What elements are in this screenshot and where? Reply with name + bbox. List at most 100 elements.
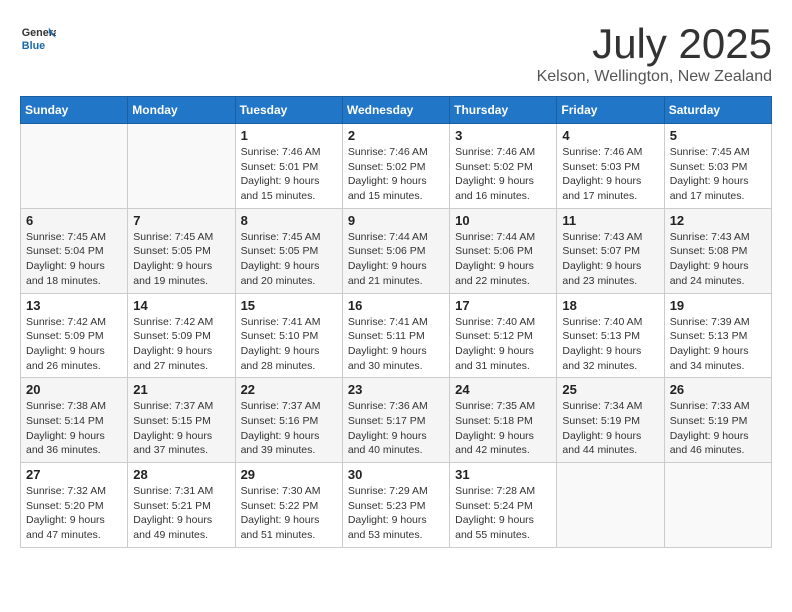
logo-icon: General Blue	[20, 20, 56, 56]
calendar-cell: 29 Sunrise: 7:30 AMSunset: 5:22 PMDayligh…	[235, 463, 342, 548]
day-number: 18	[562, 298, 658, 313]
day-detail: Sunrise: 7:31 AMSunset: 5:21 PMDaylight:…	[133, 484, 229, 543]
day-number: 20	[26, 382, 122, 397]
calendar-cell: 19 Sunrise: 7:39 AMSunset: 5:13 PMDayligh…	[664, 293, 771, 378]
calendar-cell: 6Sunrise: 7:45 AMSunset: 5:04 PMDaylight…	[21, 208, 128, 293]
day-detail: Sunrise: 7:28 AMSunset: 5:24 PMDaylight:…	[455, 484, 551, 543]
day-number: 15	[241, 298, 337, 313]
month-title: July 2025	[537, 20, 772, 68]
day-number: 24	[455, 382, 551, 397]
day-number: 6	[26, 213, 122, 228]
calendar-cell: 12 Sunrise: 7:43 AMSunset: 5:08 PMDayligh…	[664, 208, 771, 293]
page-header: General Blue July 2025 Kelson, Wellingto…	[20, 20, 772, 86]
calendar-cell: 24 Sunrise: 7:35 AMSunset: 5:18 PMDayligh…	[450, 378, 557, 463]
day-detail: Sunrise: 7:44 AMSunset: 5:06 PMDaylight:…	[455, 230, 551, 289]
calendar-week-row: 13 Sunrise: 7:42 AMSunset: 5:09 PMDayligh…	[21, 293, 772, 378]
weekday-header: Tuesday	[235, 97, 342, 124]
calendar-cell: 25Sunrise: 7:34 AMSunset: 5:19 PMDayligh…	[557, 378, 664, 463]
day-detail: Sunrise: 7:34 AMSunset: 5:19 PMDaylight:…	[562, 399, 658, 458]
day-detail: Sunrise: 7:43 AMSunset: 5:07 PMDaylight:…	[562, 230, 658, 289]
day-detail: Sunrise: 7:37 AMSunset: 5:16 PMDaylight:…	[241, 399, 337, 458]
calendar-cell: 9Sunrise: 7:44 AMSunset: 5:06 PMDaylight…	[342, 208, 449, 293]
logo: General Blue	[20, 20, 56, 56]
day-detail: Sunrise: 7:45 AMSunset: 5:03 PMDaylight:…	[670, 145, 766, 204]
calendar-cell: 10 Sunrise: 7:44 AMSunset: 5:06 PMDayligh…	[450, 208, 557, 293]
calendar-cell: 13 Sunrise: 7:42 AMSunset: 5:09 PMDayligh…	[21, 293, 128, 378]
day-number: 13	[26, 298, 122, 313]
day-number: 2	[348, 128, 444, 143]
day-detail: Sunrise: 7:41 AMSunset: 5:10 PMDaylight:…	[241, 315, 337, 374]
calendar-cell: 30Sunrise: 7:29 AMSunset: 5:23 PMDayligh…	[342, 463, 449, 548]
day-number: 14	[133, 298, 229, 313]
location-title: Kelson, Wellington, New Zealand	[537, 68, 772, 86]
day-detail: Sunrise: 7:41 AMSunset: 5:11 PMDaylight:…	[348, 315, 444, 374]
day-detail: Sunrise: 7:37 AMSunset: 5:15 PMDaylight:…	[133, 399, 229, 458]
day-number: 16	[348, 298, 444, 313]
day-number: 23	[348, 382, 444, 397]
calendar-week-row: 27 Sunrise: 7:32 AMSunset: 5:20 PMDayligh…	[21, 463, 772, 548]
calendar-cell: 27 Sunrise: 7:32 AMSunset: 5:20 PMDayligh…	[21, 463, 128, 548]
weekday-header: Wednesday	[342, 97, 449, 124]
day-number: 26	[670, 382, 766, 397]
day-number: 19	[670, 298, 766, 313]
day-number: 1	[241, 128, 337, 143]
calendar-cell: 16 Sunrise: 7:41 AMSunset: 5:11 PMDayligh…	[342, 293, 449, 378]
calendar-cell: 18 Sunrise: 7:40 AMSunset: 5:13 PMDayligh…	[557, 293, 664, 378]
day-detail: Sunrise: 7:39 AMSunset: 5:13 PMDaylight:…	[670, 315, 766, 374]
calendar-table: SundayMondayTuesdayWednesdayThursdayFrid…	[20, 96, 772, 548]
calendar-cell: 20 Sunrise: 7:38 AMSunset: 5:14 PMDayligh…	[21, 378, 128, 463]
calendar-cell: 31 Sunrise: 7:28 AMSunset: 5:24 PMDayligh…	[450, 463, 557, 548]
day-detail: Sunrise: 7:42 AMSunset: 5:09 PMDaylight:…	[133, 315, 229, 374]
day-detail: Sunrise: 7:43 AMSunset: 5:08 PMDaylight:…	[670, 230, 766, 289]
day-detail: Sunrise: 7:46 AMSunset: 5:02 PMDaylight:…	[455, 145, 551, 204]
day-detail: Sunrise: 7:46 AMSunset: 5:03 PMDaylight:…	[562, 145, 658, 204]
calendar-cell: 5 Sunrise: 7:45 AMSunset: 5:03 PMDaylight…	[664, 124, 771, 209]
day-detail: Sunrise: 7:38 AMSunset: 5:14 PMDaylight:…	[26, 399, 122, 458]
calendar-week-row: 1 Sunrise: 7:46 AMSunset: 5:01 PMDaylight…	[21, 124, 772, 209]
calendar-cell	[664, 463, 771, 548]
calendar-cell: 14 Sunrise: 7:42 AMSunset: 5:09 PMDayligh…	[128, 293, 235, 378]
day-detail: Sunrise: 7:29 AMSunset: 5:23 PMDaylight:…	[348, 484, 444, 543]
day-number: 3	[455, 128, 551, 143]
calendar-cell: 28 Sunrise: 7:31 AMSunset: 5:21 PMDayligh…	[128, 463, 235, 548]
calendar-cell: 17Sunrise: 7:40 AMSunset: 5:12 PMDayligh…	[450, 293, 557, 378]
day-detail: Sunrise: 7:45 AMSunset: 5:05 PMDaylight:…	[133, 230, 229, 289]
calendar-cell: 8 Sunrise: 7:45 AMSunset: 5:05 PMDaylight…	[235, 208, 342, 293]
day-number: 8	[241, 213, 337, 228]
calendar-week-row: 20 Sunrise: 7:38 AMSunset: 5:14 PMDayligh…	[21, 378, 772, 463]
day-number: 9	[348, 213, 444, 228]
day-number: 27	[26, 467, 122, 482]
weekday-header: Friday	[557, 97, 664, 124]
weekday-header: Monday	[128, 97, 235, 124]
day-detail: Sunrise: 7:45 AMSunset: 5:05 PMDaylight:…	[241, 230, 337, 289]
day-detail: Sunrise: 7:33 AMSunset: 5:19 PMDaylight:…	[670, 399, 766, 458]
day-number: 22	[241, 382, 337, 397]
day-detail: Sunrise: 7:40 AMSunset: 5:13 PMDaylight:…	[562, 315, 658, 374]
day-number: 10	[455, 213, 551, 228]
day-detail: Sunrise: 7:30 AMSunset: 5:22 PMDaylight:…	[241, 484, 337, 543]
weekday-header: Saturday	[664, 97, 771, 124]
day-detail: Sunrise: 7:42 AMSunset: 5:09 PMDaylight:…	[26, 315, 122, 374]
calendar-cell	[21, 124, 128, 209]
calendar-cell: 2 Sunrise: 7:46 AMSunset: 5:02 PMDaylight…	[342, 124, 449, 209]
calendar-week-row: 6Sunrise: 7:45 AMSunset: 5:04 PMDaylight…	[21, 208, 772, 293]
day-number: 21	[133, 382, 229, 397]
calendar-cell: 4Sunrise: 7:46 AMSunset: 5:03 PMDaylight…	[557, 124, 664, 209]
day-number: 12	[670, 213, 766, 228]
day-number: 17	[455, 298, 551, 313]
weekday-header: Thursday	[450, 97, 557, 124]
day-detail: Sunrise: 7:46 AMSunset: 5:02 PMDaylight:…	[348, 145, 444, 204]
day-number: 28	[133, 467, 229, 482]
calendar-cell	[557, 463, 664, 548]
day-detail: Sunrise: 7:35 AMSunset: 5:18 PMDaylight:…	[455, 399, 551, 458]
calendar-cell: 15 Sunrise: 7:41 AMSunset: 5:10 PMDayligh…	[235, 293, 342, 378]
day-number: 5	[670, 128, 766, 143]
calendar-cell: 26 Sunrise: 7:33 AMSunset: 5:19 PMDayligh…	[664, 378, 771, 463]
day-detail: Sunrise: 7:32 AMSunset: 5:20 PMDaylight:…	[26, 484, 122, 543]
day-detail: Sunrise: 7:46 AMSunset: 5:01 PMDaylight:…	[241, 145, 337, 204]
day-number: 31	[455, 467, 551, 482]
calendar-cell: 22 Sunrise: 7:37 AMSunset: 5:16 PMDayligh…	[235, 378, 342, 463]
day-number: 29	[241, 467, 337, 482]
calendar-cell: 11 Sunrise: 7:43 AMSunset: 5:07 PMDayligh…	[557, 208, 664, 293]
day-number: 11	[562, 213, 658, 228]
